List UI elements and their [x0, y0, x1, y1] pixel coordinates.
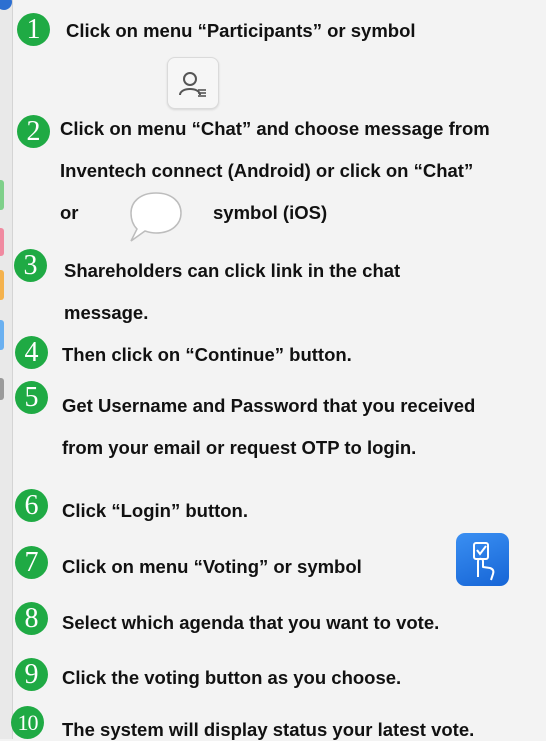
voting-icon	[473, 542, 495, 581]
step-8-badge: 8	[15, 602, 48, 635]
step-8-text: Select which agenda that you want to vot…	[62, 612, 440, 633]
step-10-badge: 10	[11, 706, 44, 739]
step-9-text: Click the voting button as you choose.	[62, 667, 402, 688]
edge-tab-orange	[0, 270, 4, 300]
step-2-text-line1: Click on menu “Chat” and choose message …	[60, 118, 490, 139]
step-1-text: Click on menu “Participants” or symbol	[66, 20, 416, 41]
edge-tab-grey	[0, 378, 4, 400]
step-5-badge: 5	[15, 381, 48, 414]
edge-tab-green	[0, 180, 4, 210]
voting-icon-button[interactable]	[456, 533, 509, 586]
step-5-text-line2: from your email or request OTP to login.	[62, 437, 417, 458]
edge-tab-pink	[0, 228, 4, 256]
step-6-badge: 6	[15, 489, 48, 522]
step-2-text-line3: symbol (iOS)	[213, 202, 328, 223]
step-2-badge: 2	[17, 115, 50, 148]
step-10-text: The system will display status your late…	[62, 719, 475, 740]
step-3-badge: 3	[14, 249, 47, 282]
step-1-badge: 1	[17, 13, 50, 46]
participants-icon-button[interactable]	[167, 57, 219, 109]
step-4-text: Then click on “Continue” button.	[62, 344, 352, 365]
step-2-text-line2: Inventech connect (Android) or click on …	[60, 160, 474, 181]
edge-tab-blue	[0, 320, 4, 350]
left-panel-edge	[0, 0, 13, 739]
step-3-text-line1: Shareholders can click link in the chat	[64, 260, 401, 281]
step-2-text-or: or	[60, 202, 79, 223]
step-7-text: Click on menu “Voting” or symbol	[62, 556, 362, 577]
step-4-badge: 4	[15, 336, 48, 369]
step-5-text-line1: Get Username and Password that you recei…	[62, 395, 476, 416]
step-3-text-line2: message.	[64, 302, 149, 323]
edge-avatar	[0, 0, 12, 10]
step-7-badge: 7	[15, 546, 48, 579]
step-9-badge: 9	[15, 658, 48, 691]
chat-bubble-icon[interactable]	[128, 191, 184, 243]
step-6-text: Click “Login” button.	[62, 500, 249, 521]
participants-icon	[179, 72, 206, 97]
